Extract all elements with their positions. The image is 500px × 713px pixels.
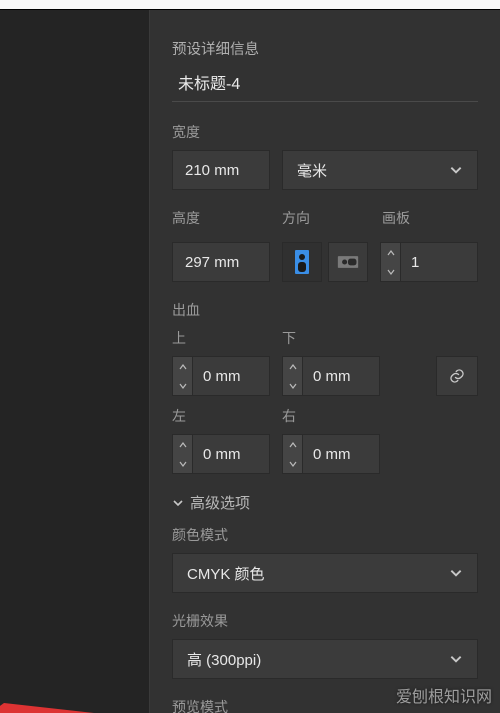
document-title-input[interactable]: [172, 69, 478, 102]
artboards-value: 1: [401, 254, 429, 271]
raster-effects-value: 高 (300ppi): [187, 649, 261, 670]
preview-mode-label: 预览模式: [172, 697, 478, 713]
bleed-left-value: 0 mm: [193, 446, 251, 463]
orientation-label: 方向: [282, 208, 370, 228]
artboards-up-button[interactable]: [381, 243, 400, 262]
stepper-down-icon[interactable]: [173, 454, 192, 473]
stepper-up-icon[interactable]: [283, 357, 302, 376]
bleed-right-label: 右: [282, 406, 380, 426]
bleed-bottom-value: 0 mm: [303, 368, 361, 385]
left-sidebar: [0, 10, 150, 713]
bleed-top-value: 0 mm: [193, 368, 251, 385]
stepper-down-icon[interactable]: [283, 454, 302, 473]
orientation-portrait-button[interactable]: [282, 242, 322, 282]
width-input[interactable]: 210 mm: [172, 150, 270, 190]
stepper-up-icon[interactable]: [283, 435, 302, 454]
bleed-right-value: 0 mm: [303, 446, 361, 463]
chevron-down-icon: [172, 497, 184, 509]
stepper-up-icon[interactable]: [173, 435, 192, 454]
unit-selected: 毫米: [297, 160, 327, 181]
orientation-landscape-button[interactable]: [328, 242, 368, 282]
height-label: 高度: [172, 208, 270, 228]
bleed-top-label: 上: [172, 328, 270, 348]
unit-dropdown[interactable]: 毫米: [282, 150, 478, 190]
stepper-up-icon[interactable]: [173, 357, 192, 376]
bleed-right-input[interactable]: 0 mm: [282, 434, 380, 474]
stepper-down-icon[interactable]: [173, 376, 192, 395]
panel-title: 预设详细信息: [172, 38, 478, 59]
bleed-left-input[interactable]: 0 mm: [172, 434, 270, 474]
raster-effects-label: 光栅效果: [172, 611, 478, 631]
raster-effects-dropdown[interactable]: 高 (300ppi): [172, 639, 478, 679]
bleed-top-input[interactable]: 0 mm: [172, 356, 270, 396]
height-input[interactable]: 297 mm: [172, 242, 270, 282]
bleed-left-label: 左: [172, 406, 270, 426]
bleed-bottom-label: 下: [282, 328, 380, 348]
width-label: 宽度: [172, 122, 478, 142]
width-value: 210 mm: [185, 162, 239, 179]
chevron-down-icon: [449, 652, 463, 666]
color-mode-value: CMYK 颜色: [187, 563, 265, 584]
artboards-label: 画板: [382, 208, 478, 228]
stepper-down-icon[interactable]: [283, 376, 302, 395]
color-mode-label: 颜色模式: [172, 525, 478, 545]
preset-details-panel: 预设详细信息 宽度 210 mm 毫米 高度 方向 画板: [150, 10, 500, 713]
bleed-bottom-input[interactable]: 0 mm: [282, 356, 380, 396]
chevron-down-icon: [449, 163, 463, 177]
artboards-down-button[interactable]: [381, 262, 400, 281]
height-value: 297 mm: [185, 254, 239, 271]
annotation-arrow: [0, 703, 94, 713]
bleed-section-label: 出血: [172, 300, 478, 320]
artboards-stepper[interactable]: 1: [380, 242, 478, 282]
bleed-link-button[interactable]: [436, 356, 478, 396]
advanced-options-label: 高级选项: [190, 492, 250, 513]
advanced-options-toggle[interactable]: 高级选项: [172, 492, 478, 513]
window-top-strip: [0, 0, 500, 10]
chevron-down-icon: [449, 566, 463, 580]
color-mode-dropdown[interactable]: CMYK 颜色: [172, 553, 478, 593]
